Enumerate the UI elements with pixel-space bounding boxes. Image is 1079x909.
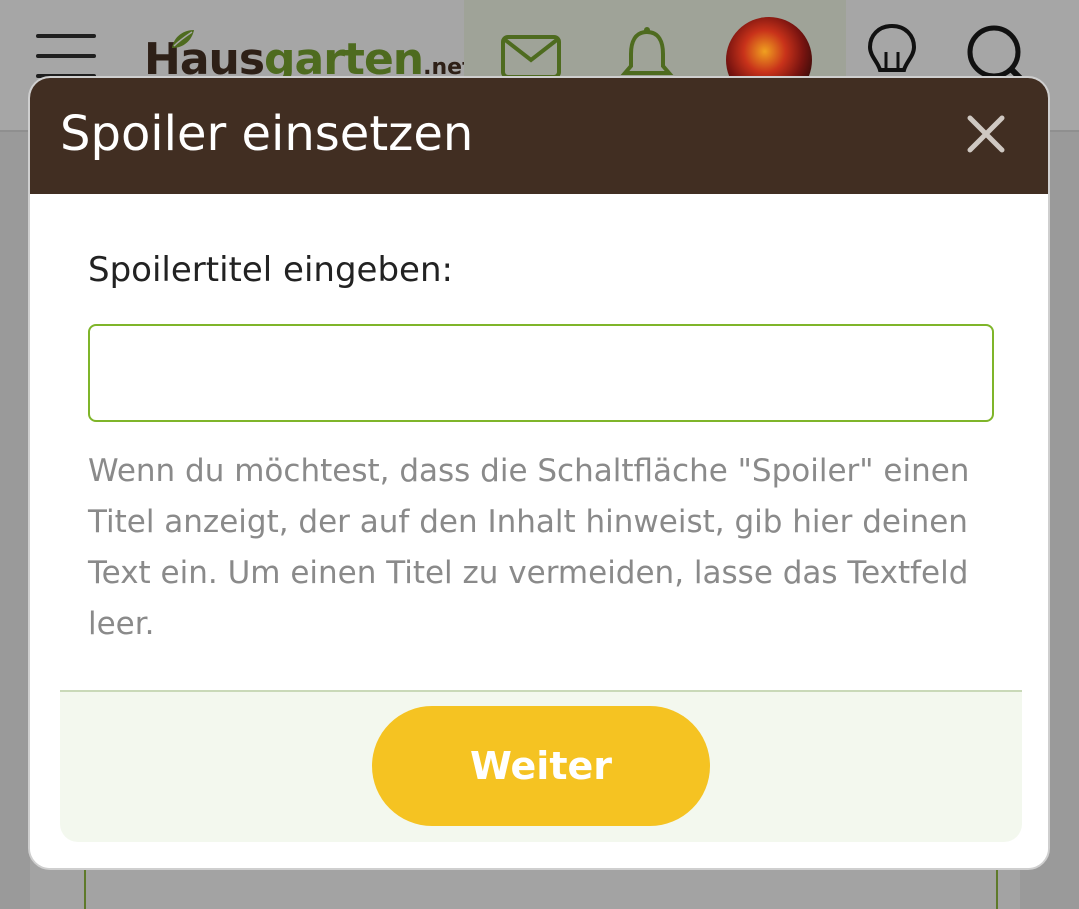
dialog-title: Spoiler einsetzen: [60, 106, 474, 162]
spoiler-title-input[interactable]: [88, 324, 994, 422]
dialog-body: Spoilertitel eingeben: Wenn du möchtest,…: [30, 194, 1048, 868]
menu-icon[interactable]: [36, 34, 96, 78]
spoiler-title-label: Spoilertitel eingeben:: [88, 250, 453, 290]
spoiler-dialog: Spoiler einsetzen Spoilertitel eingeben:…: [28, 76, 1050, 870]
dialog-header: Spoiler einsetzen: [30, 78, 1048, 194]
leaf-icon: [172, 30, 194, 48]
bell-icon[interactable]: [620, 26, 674, 82]
mail-icon[interactable]: [500, 34, 562, 80]
dialog-footer: Weiter: [60, 690, 1022, 842]
weiter-button[interactable]: Weiter: [372, 706, 710, 826]
help-text: Wenn du möchtest, dass die Schaltfläche …: [88, 453, 970, 642]
lightbulb-icon[interactable]: [866, 22, 918, 82]
close-icon[interactable]: [962, 110, 1010, 158]
